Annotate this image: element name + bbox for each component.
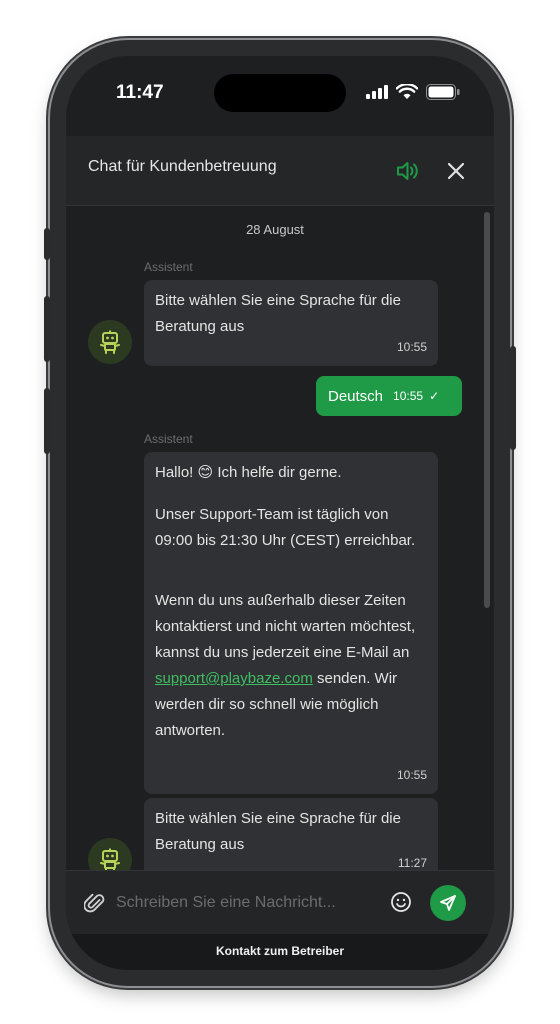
side-button-left-2 [44,296,50,362]
message-time: 11:27 [397,856,427,870]
wifi-icon [396,84,418,99]
bot-message-bubble: Hallo! 😊 Ich helfe dir gerne. Unser Supp… [144,452,438,794]
close-icon [447,162,465,180]
send-icon [440,895,456,911]
side-button-right [510,346,516,450]
message-text: Hallo! 😊 Ich helfe dir gerne. [155,464,342,481]
message-scrollbar[interactable] [484,212,490,608]
speaker-icon [397,162,418,180]
cellular-signal-icon [366,85,388,99]
robot-icon [100,330,120,354]
message-text: Bitte wählen Sie eine Sprache für die Be… [155,292,401,335]
chat-header: Chat für Kundenbetreuung [66,136,494,206]
message-list[interactable]: 28 August Assistent Bitte wählen Sie ein… [66,206,494,870]
phone-screen: 11:47 Chat für Kundenbetreuung 28 August… [66,56,494,970]
paperclip-icon [83,893,105,913]
message-composer [66,870,494,934]
close-chat-button[interactable] [444,158,468,184]
side-button-left-3 [44,388,50,454]
sender-label: Assistent [144,260,193,274]
send-button[interactable] [430,885,466,921]
message-text: Unser Support-Team ist täglich von 09:00… [155,506,416,549]
message-time: 10:55 [396,768,427,782]
message-time: 10:55 [393,389,424,403]
operator-contact-link[interactable]: Kontakt zum Betreiber [66,934,494,970]
dynamic-island [214,74,346,112]
emoji-button[interactable] [390,891,412,913]
smiley-icon [391,892,411,912]
status-icons [366,84,460,100]
chat-title: Chat für Kundenbetreuung [88,158,277,175]
bot-avatar [88,320,132,364]
bot-avatar [88,838,132,870]
user-message-bubble: Deutsch 10:55 ✓ [316,376,462,416]
side-button-left-1 [44,228,50,260]
sender-label: Assistent [144,432,193,446]
message-text: Deutsch [328,387,384,405]
support-email-link[interactable]: support@playbaze.com [155,670,313,687]
battery-icon [426,84,460,100]
message-time: 10:55 [396,340,427,354]
message-text: Bitte wählen Sie eine Sprache für die Be… [155,810,401,853]
message-text-part: Wenn du uns außerhalb dieser Zeiten kont… [155,592,416,661]
bot-message-bubble: Bitte wählen Sie eine Sprache für die Be… [144,798,438,870]
sound-toggle-button[interactable] [394,158,424,184]
status-time: 11:47 [116,82,164,103]
date-separator: 28 August [246,222,304,237]
bot-message-bubble: Bitte wählen Sie eine Sprache für die Be… [144,280,438,366]
robot-icon [100,848,120,870]
delivered-check-icon: ✓ [429,389,440,403]
attach-file-button[interactable] [83,891,106,915]
message-text: Wenn du uns außerhalb dieser Zeiten kont… [155,588,426,744]
message-input[interactable] [116,889,386,917]
